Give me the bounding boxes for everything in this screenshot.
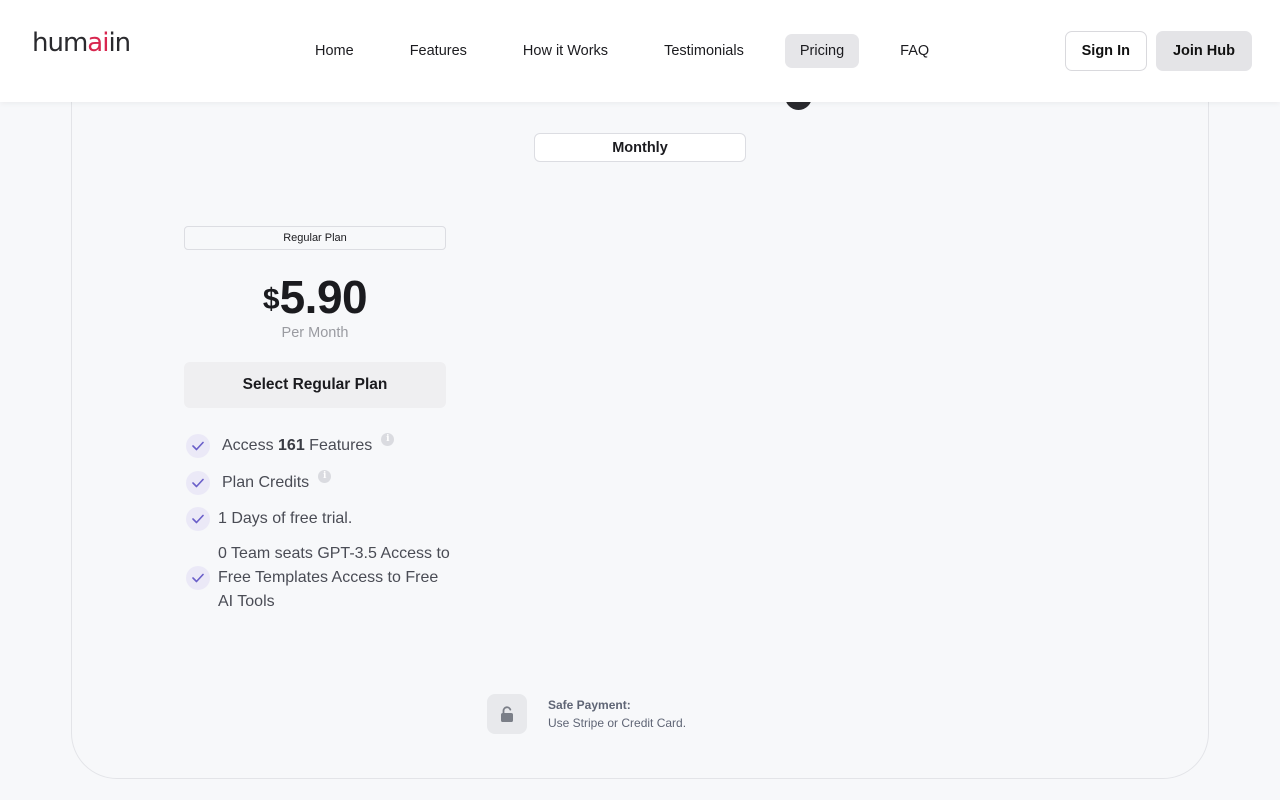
feature-text: Plan Credits — [222, 474, 310, 491]
logo-text-2: in — [108, 28, 131, 58]
price-amount: 5.90 — [279, 271, 368, 323]
info-icon[interactable]: i — [381, 432, 395, 446]
price-period: Per Month — [281, 325, 349, 341]
billing-toggle-monthly[interactable]: Monthly — [534, 133, 746, 162]
feature-item: Access 161 Features i — [186, 432, 395, 458]
feature-text: 0 Team seats GPT-3.5 Access to Free Temp… — [218, 545, 450, 610]
check-icon — [186, 471, 210, 495]
feature-text: 1 Days of free trial. — [218, 510, 353, 527]
nav-home[interactable]: Home — [300, 34, 369, 68]
safe-payment-title: Safe Payment: — [548, 698, 631, 712]
plan-price: $5.90 — [184, 270, 446, 324]
nav-faq[interactable]: FAQ — [885, 34, 944, 68]
logo-text-1: hum — [32, 28, 88, 58]
lock-icon-box — [487, 694, 527, 734]
feature-item: 0 Team seats GPT-3.5 Access to Free Temp… — [186, 542, 454, 614]
lock-icon — [501, 705, 513, 722]
humain-logo[interactable]: humaiin — [32, 28, 131, 58]
nav-features[interactable]: Features — [395, 34, 482, 68]
feature-text: Access 161 Features — [222, 434, 372, 458]
price-currency: $ — [262, 283, 280, 316]
info-icon[interactable]: i — [318, 469, 332, 483]
logo-text-accent: ai — [87, 28, 109, 58]
nav-pricing[interactable]: Pricing — [784, 34, 860, 68]
select-regular-plan-button[interactable]: Select Regular Plan — [184, 362, 446, 408]
feature-prefix: Access — [222, 437, 279, 454]
plan-badge: Regular Plan — [184, 226, 446, 250]
sign-in-button[interactable]: Sign In — [1064, 31, 1147, 71]
safe-payment-subtitle: Use Stripe or Credit Card. — [548, 716, 687, 730]
header-actions: Sign In Join Hub — [1064, 31, 1252, 71]
feature-item: Plan Credits i — [186, 469, 332, 495]
check-icon — [186, 507, 210, 531]
nav-how-it-works[interactable]: How it Works — [508, 34, 623, 68]
nav-testimonials[interactable]: Testimonials — [649, 34, 759, 68]
check-icon — [186, 566, 210, 590]
feature-count: 161 — [278, 437, 305, 454]
join-hub-button[interactable]: Join Hub — [1155, 31, 1252, 71]
main-nav: Home Features How it Works Testimonials … — [300, 33, 944, 69]
check-icon — [186, 434, 210, 458]
feature-item: 1 Days of free trial. — [186, 507, 352, 531]
feature-suffix: Features — [304, 437, 373, 454]
site-header: humaiin Home Features How it Works Testi… — [0, 0, 1280, 102]
